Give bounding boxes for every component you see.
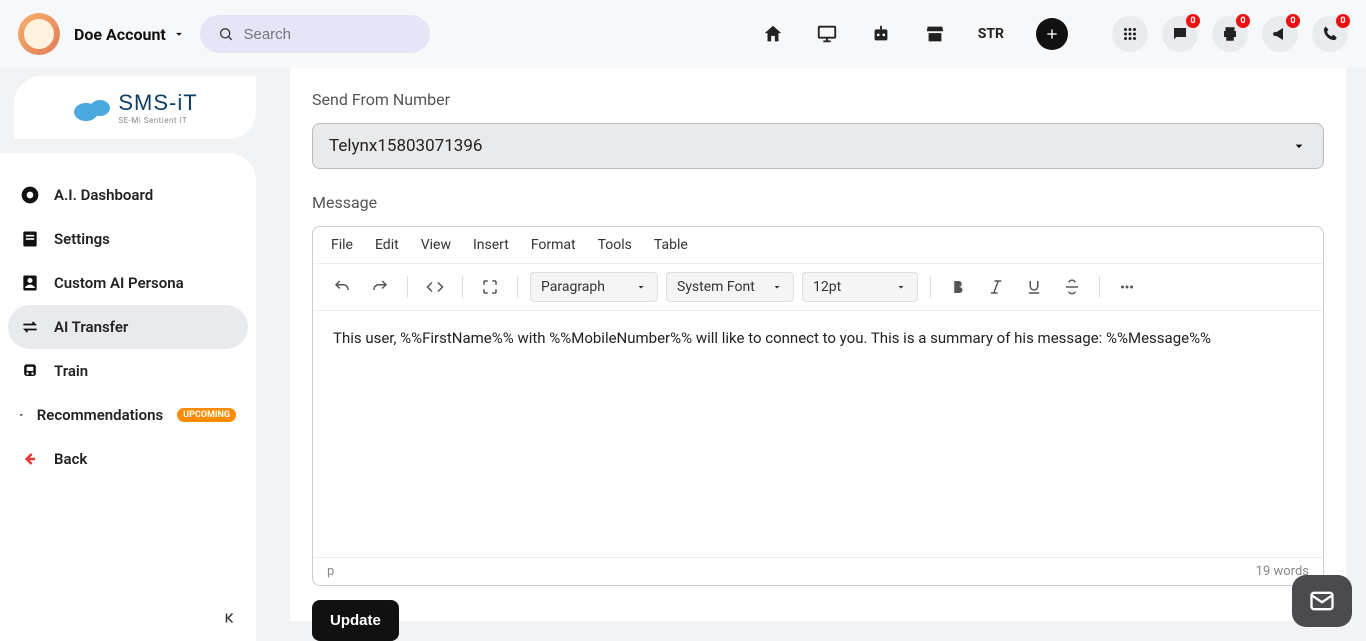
editor-menu-file[interactable]: File — [331, 237, 353, 253]
print-button[interactable]: 0 — [1212, 16, 1248, 52]
desktop-icon[interactable] — [816, 23, 838, 45]
font-family-select[interactable]: System Font — [666, 272, 794, 302]
mail-icon — [1308, 587, 1336, 615]
chevron-down-icon — [635, 281, 647, 293]
add-button[interactable] — [1036, 18, 1068, 50]
italic-icon — [987, 278, 1005, 296]
search-input[interactable] — [243, 26, 411, 43]
store-icon[interactable] — [924, 23, 946, 45]
sidebar-item-recommendations[interactable]: Recommendations UPCOMING — [0, 393, 256, 437]
upcoming-badge: UPCOMING — [177, 408, 236, 422]
logo-text: SMS-iT — [118, 90, 197, 116]
sidebar-item-back[interactable]: Back — [0, 437, 256, 481]
chat-button[interactable]: 0 — [1162, 16, 1198, 52]
chat-float-button[interactable] — [1292, 575, 1352, 627]
collapse-icon — [222, 609, 240, 627]
font-size-select[interactable]: 12pt — [802, 272, 918, 302]
undo-icon — [333, 278, 351, 296]
back-icon — [20, 449, 40, 469]
dashboard-icon — [20, 185, 40, 205]
message-editor: File Edit View Insert Format Tools Table — [312, 226, 1324, 586]
sidebar-item-ai-dashboard[interactable]: A.I. Dashboard — [0, 173, 256, 217]
sidebar-item-train[interactable]: Train — [0, 349, 256, 393]
persona-icon — [20, 273, 40, 293]
update-button[interactable]: Update — [312, 600, 399, 641]
sidebar-item-label: AI Transfer — [54, 318, 128, 336]
train-icon — [20, 361, 40, 381]
strike-icon — [1063, 278, 1081, 296]
undo-button[interactable] — [327, 272, 357, 302]
chat-badge: 0 — [1186, 14, 1200, 28]
print-badge: 0 — [1236, 14, 1250, 28]
editor-menu-table[interactable]: Table — [654, 237, 688, 253]
chevron-down-icon — [172, 27, 186, 41]
message-label: Message — [312, 193, 1324, 212]
settings-icon — [20, 229, 40, 249]
robot-icon[interactable] — [870, 23, 892, 45]
redo-button[interactable] — [365, 272, 395, 302]
send-from-value: Telynx15803071396 — [329, 136, 482, 156]
user-avatar[interactable] — [18, 13, 60, 55]
sidebar-item-label: Custom AI Persona — [54, 274, 184, 292]
editor-menu-tools[interactable]: Tools — [598, 237, 632, 253]
home-icon[interactable] — [762, 23, 784, 45]
sidebar-item-label: Train — [54, 362, 88, 380]
editor-menu-edit[interactable]: Edit — [375, 237, 399, 253]
phone-button[interactable]: 0 — [1312, 16, 1348, 52]
bold-button[interactable] — [943, 272, 973, 302]
sidebar-item-label: Settings — [54, 230, 110, 248]
sidebar-item-ai-transfer[interactable]: AI Transfer — [8, 305, 248, 349]
editor-content: This user, %%FirstName%% with %%MobileNu… — [333, 329, 1303, 347]
account-dropdown[interactable]: Doe Account — [74, 25, 186, 44]
send-from-select[interactable]: Telynx15803071396 — [312, 123, 1324, 169]
search-box[interactable] — [200, 15, 430, 53]
announce-badge: 0 — [1286, 14, 1300, 28]
paragraph-select[interactable]: Paragraph — [530, 272, 658, 302]
logo-subtext: SE-Mi Sentient iT — [118, 116, 197, 125]
cloud-icon — [72, 94, 112, 122]
editor-menu-insert[interactable]: Insert — [473, 237, 509, 253]
recommend-icon — [20, 405, 23, 425]
apps-button[interactable] — [1112, 16, 1148, 52]
sidebar-item-label: Recommendations — [37, 406, 163, 424]
underline-button[interactable] — [1019, 272, 1049, 302]
underline-icon — [1025, 278, 1043, 296]
more-icon — [1118, 278, 1136, 296]
editor-body[interactable]: This user, %%FirstName%% with %%MobileNu… — [313, 311, 1323, 557]
send-from-label: Send From Number — [312, 90, 1324, 109]
chevron-down-icon — [895, 281, 907, 293]
fullscreen-icon — [481, 278, 499, 296]
more-button[interactable] — [1112, 272, 1142, 302]
sidebar-item-label: Back — [54, 450, 87, 468]
logo[interactable]: SMS-iT SE-Mi Sentient iT — [14, 76, 256, 139]
phone-badge: 0 — [1336, 14, 1350, 28]
italic-button[interactable] — [981, 272, 1011, 302]
editor-menu-format[interactable]: Format — [531, 237, 576, 253]
search-icon — [218, 25, 234, 43]
editor-menu-view[interactable]: View — [421, 237, 451, 253]
chevron-down-icon — [1291, 138, 1307, 154]
str-button[interactable]: STR — [978, 26, 1004, 42]
fullscreen-button[interactable] — [475, 272, 505, 302]
strike-button[interactable] — [1057, 272, 1087, 302]
code-button[interactable] — [420, 272, 450, 302]
code-icon — [426, 278, 444, 296]
collapse-sidebar-button[interactable] — [222, 609, 240, 631]
chevron-down-icon — [771, 281, 783, 293]
account-name: Doe Account — [74, 25, 166, 44]
redo-icon — [371, 278, 389, 296]
announce-button[interactable]: 0 — [1262, 16, 1298, 52]
transfer-icon — [20, 317, 40, 337]
editor-path: p — [327, 564, 334, 579]
sidebar-item-settings[interactable]: Settings — [0, 217, 256, 261]
sidebar-item-persona[interactable]: Custom AI Persona — [0, 261, 256, 305]
bold-icon — [949, 278, 967, 296]
sidebar-item-label: A.I. Dashboard — [54, 186, 153, 204]
